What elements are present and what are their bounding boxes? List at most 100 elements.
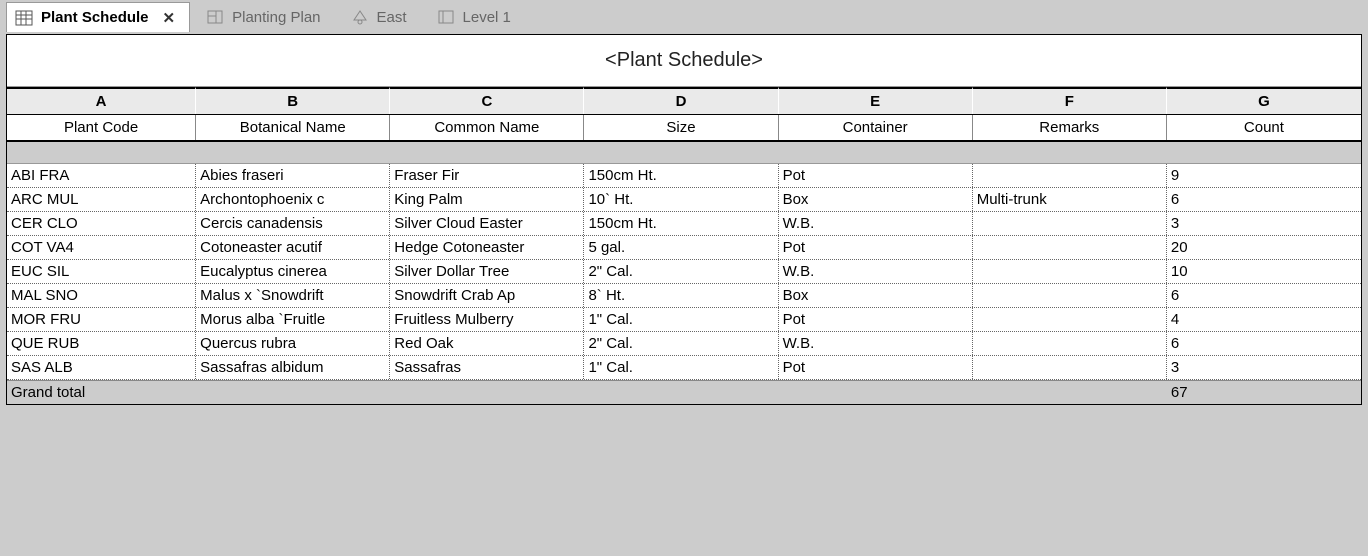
column-header[interactable]: Size [584,115,778,140]
cell-count[interactable]: 4 [1167,308,1361,331]
cell-container[interactable]: Box [779,284,973,307]
table-row[interactable]: MOR FRUMorus alba `FruitleFruitless Mulb… [7,308,1361,332]
cell-count[interactable]: 6 [1167,188,1361,211]
cell-botanical[interactable]: Archontophoenix c [196,188,390,211]
cell-remarks[interactable] [973,260,1167,283]
view-tab-bar: Plant Schedule ✕ Planting Plan East Leve… [0,0,1368,34]
cell-remarks[interactable] [973,284,1167,307]
cell-code[interactable]: COT VA4 [7,236,196,259]
cell-code[interactable]: QUE RUB [7,332,196,355]
column-letter[interactable]: G [1167,87,1361,114]
cell-container[interactable]: W.B. [779,332,973,355]
column-header[interactable]: Count [1167,115,1361,140]
cell-count[interactable]: 3 [1167,212,1361,235]
table-row[interactable]: EUC SILEucalyptus cinereaSilver Dollar T… [7,260,1361,284]
column-letter[interactable]: B [196,87,390,114]
cell-size[interactable]: 1" Cal. [584,308,778,331]
cell-common[interactable]: Silver Cloud Easter [390,212,584,235]
plan-icon [206,8,224,26]
cell-remarks[interactable] [973,164,1167,187]
cell-common[interactable]: Hedge Cotoneaster [390,236,584,259]
cell-botanical[interactable]: Sassafras albidum [196,356,390,379]
cell-botanical[interactable]: Morus alba `Fruitle [196,308,390,331]
cell-container[interactable]: Pot [779,356,973,379]
cell-size[interactable]: 1" Cal. [584,356,778,379]
cell-size[interactable]: 2" Cal. [584,260,778,283]
tab-planting-plan[interactable]: Planting Plan [198,2,334,32]
grand-total-row[interactable]: Grand total 67 [7,380,1361,404]
cell-common[interactable]: King Palm [390,188,584,211]
column-header[interactable]: Remarks [973,115,1167,140]
cell-count[interactable]: 20 [1167,236,1361,259]
cell-code[interactable]: MAL SNO [7,284,196,307]
column-header[interactable]: Plant Code [7,115,196,140]
tab-plant-schedule[interactable]: Plant Schedule ✕ [6,2,190,32]
table-row[interactable]: ARC MULArchontophoenix cKing Palm10` Ht.… [7,188,1361,212]
cell-common[interactable]: Fruitless Mulberry [390,308,584,331]
cell-count[interactable]: 6 [1167,332,1361,355]
cell-common[interactable]: Red Oak [390,332,584,355]
table-row[interactable]: QUE RUBQuercus rubraRed Oak2" Cal.W.B. 6 [7,332,1361,356]
cell-size[interactable]: 150cm Ht. [584,212,778,235]
cell-container[interactable]: Pot [779,164,973,187]
column-header[interactable]: Container [779,115,973,140]
cell-remarks[interactable] [973,212,1167,235]
column-letter[interactable]: E [779,87,973,114]
blank-group-row[interactable] [7,142,1361,164]
cell-count[interactable]: 3 [1167,356,1361,379]
cell-size[interactable]: 10` Ht. [584,188,778,211]
cell-code[interactable]: SAS ALB [7,356,196,379]
table-row[interactable]: ABI FRAAbies fraseriFraser Fir150cm Ht.P… [7,164,1361,188]
column-letter[interactable]: A [7,87,196,114]
cell-container[interactable]: Box [779,188,973,211]
cell-common[interactable]: Snowdrift Crab Ap [390,284,584,307]
cell-remarks[interactable] [973,308,1167,331]
cell-size[interactable]: 5 gal. [584,236,778,259]
cell-count[interactable]: 10 [1167,260,1361,283]
table-row[interactable]: CER CLOCercis canadensisSilver Cloud Eas… [7,212,1361,236]
column-header[interactable]: Common Name [390,115,584,140]
cell-container[interactable]: Pot [779,308,973,331]
column-header[interactable]: Botanical Name [196,115,390,140]
cell-size[interactable]: 8` Ht. [584,284,778,307]
table-row[interactable]: MAL SNOMalus x `SnowdriftSnowdrift Crab … [7,284,1361,308]
close-icon[interactable]: ✕ [163,9,176,27]
cell-container[interactable]: W.B. [779,260,973,283]
column-letter[interactable]: C [390,87,584,114]
cell-code[interactable]: EUC SIL [7,260,196,283]
cell-remarks[interactable] [973,332,1167,355]
elevation-icon [351,8,369,26]
cell-botanical[interactable]: Eucalyptus cinerea [196,260,390,283]
cell-common[interactable]: Sassafras [390,356,584,379]
cell-botanical[interactable]: Cotoneaster acutif [196,236,390,259]
cell-code[interactable]: CER CLO [7,212,196,235]
column-letter[interactable]: D [584,87,778,114]
grand-total-count: 67 [1167,381,1361,404]
cell-remarks[interactable] [973,356,1167,379]
schedule-view: <Plant Schedule> A B C D E F G Plant Cod… [6,34,1362,405]
table-row[interactable]: SAS ALBSassafras albidumSassafras1" Cal.… [7,356,1361,380]
table-row[interactable]: COT VA4Cotoneaster acutifHedge Cotoneast… [7,236,1361,260]
tab-level-1[interactable]: Level 1 [429,2,525,32]
cell-common[interactable]: Silver Dollar Tree [390,260,584,283]
cell-container[interactable]: Pot [779,236,973,259]
cell-botanical[interactable]: Abies fraseri [196,164,390,187]
cell-code[interactable]: ARC MUL [7,188,196,211]
cell-size[interactable]: 2" Cal. [584,332,778,355]
column-letter[interactable]: F [973,87,1167,114]
cell-remarks[interactable] [973,236,1167,259]
cell-code[interactable]: MOR FRU [7,308,196,331]
cell-size[interactable]: 150cm Ht. [584,164,778,187]
schedule-title[interactable]: <Plant Schedule> [7,35,1361,87]
tab-east[interactable]: East [343,2,421,32]
cell-code[interactable]: ABI FRA [7,164,196,187]
cell-botanical[interactable]: Malus x `Snowdrift [196,284,390,307]
cell-count[interactable]: 9 [1167,164,1361,187]
cell-count[interactable]: 6 [1167,284,1361,307]
cell-remarks[interactable]: Multi-trunk [973,188,1167,211]
cell-container[interactable]: W.B. [779,212,973,235]
cell-botanical[interactable]: Quercus rubra [196,332,390,355]
cell-common[interactable]: Fraser Fir [390,164,584,187]
tab-label: East [377,9,407,26]
cell-botanical[interactable]: Cercis canadensis [196,212,390,235]
